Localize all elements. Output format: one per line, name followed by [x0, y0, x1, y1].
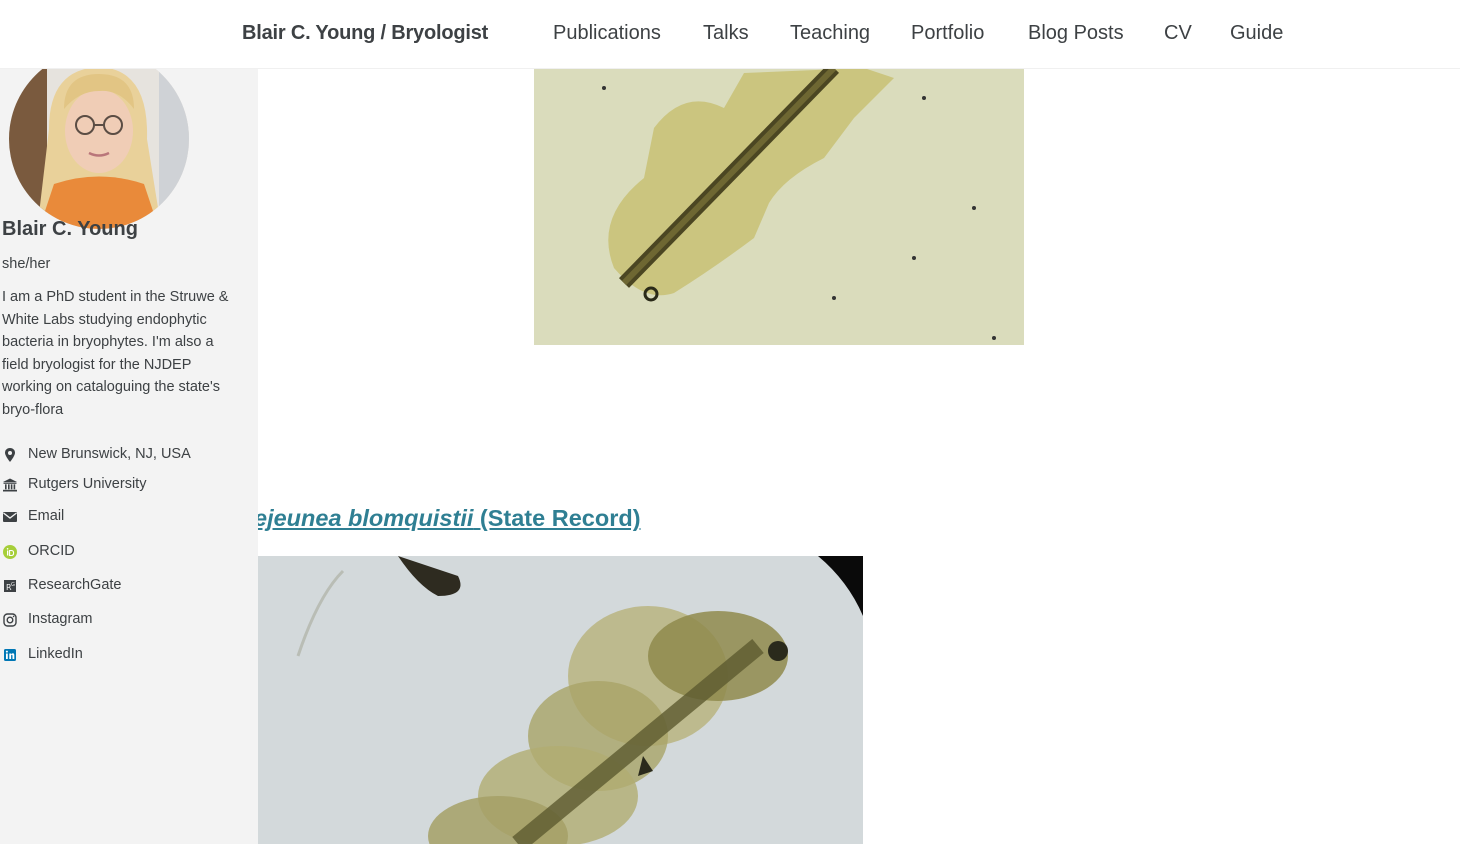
linkedin-icon: [4, 649, 16, 661]
nav-cv[interactable]: CV: [1164, 22, 1192, 45]
author-pronouns: she/her: [2, 256, 51, 272]
nav-portfolio[interactable]: Portfolio: [911, 22, 984, 45]
link-university-label: Rutgers University: [28, 476, 147, 492]
state-record-heading: ejeunea blomquistii (State Record): [258, 505, 958, 539]
map-marker-icon: [5, 448, 15, 462]
author-sidebar: Blair C. Young she/her I am a PhD studen…: [0, 49, 258, 844]
avatar: [9, 49, 189, 229]
site-title-link[interactable]: Blair C. Young / Bryologist: [242, 22, 488, 45]
instagram-icon: [3, 613, 17, 627]
author-name: Blair C. Young: [2, 218, 138, 240]
moss-leaf-micrograph: [534, 68, 1024, 345]
nav-publications[interactable]: Publications: [553, 22, 661, 45]
link-location-label: New Brunswick, NJ, USA: [28, 446, 191, 462]
link-instagram-label: Instagram: [28, 611, 93, 627]
species-name: ejeunea blomquistii: [258, 505, 474, 531]
masthead: Blair C. Young / Bryologist Publications…: [0, 0, 1460, 69]
state-record-link[interactable]: ejeunea blomquistii (State Record): [258, 505, 641, 532]
avatar-photo: [9, 49, 189, 229]
liverwort-image: [258, 556, 863, 844]
nav-blog-posts[interactable]: Blog Posts: [1028, 22, 1124, 45]
nav-talks[interactable]: Talks: [703, 22, 749, 45]
nav-guide[interactable]: Guide: [1230, 22, 1283, 45]
svg-text:G: G: [11, 582, 15, 588]
researchgate-icon: R G: [4, 580, 16, 592]
nav-teaching[interactable]: Teaching: [790, 22, 870, 45]
link-linkedin-label: LinkedIn: [28, 646, 83, 662]
link-orcid[interactable]: ORCID: [0, 541, 240, 563]
link-orcid-label: ORCID: [28, 543, 75, 559]
link-instagram[interactable]: Instagram: [0, 609, 240, 631]
page: Blair C. Young / Bryologist Publications…: [0, 0, 1460, 844]
link-linkedin[interactable]: LinkedIn: [0, 644, 240, 666]
university-icon: [3, 478, 17, 492]
record-suffix: (State Record): [473, 505, 641, 531]
moss-leaf-image: [534, 68, 1024, 345]
link-email[interactable]: Email: [0, 506, 240, 528]
link-email-label: Email: [28, 508, 65, 524]
link-researchgate-label: ResearchGate: [28, 577, 122, 593]
envelope-icon: [3, 512, 17, 522]
link-university: Rutgers University: [0, 474, 240, 496]
link-location: New Brunswick, NJ, USA: [0, 444, 240, 466]
liverwort-micrograph: [258, 556, 863, 844]
author-bio: I am a PhD student in the Struwe & White…: [2, 289, 229, 418]
orcid-icon: [3, 545, 17, 559]
link-researchgate[interactable]: R G ResearchGate: [0, 575, 240, 597]
